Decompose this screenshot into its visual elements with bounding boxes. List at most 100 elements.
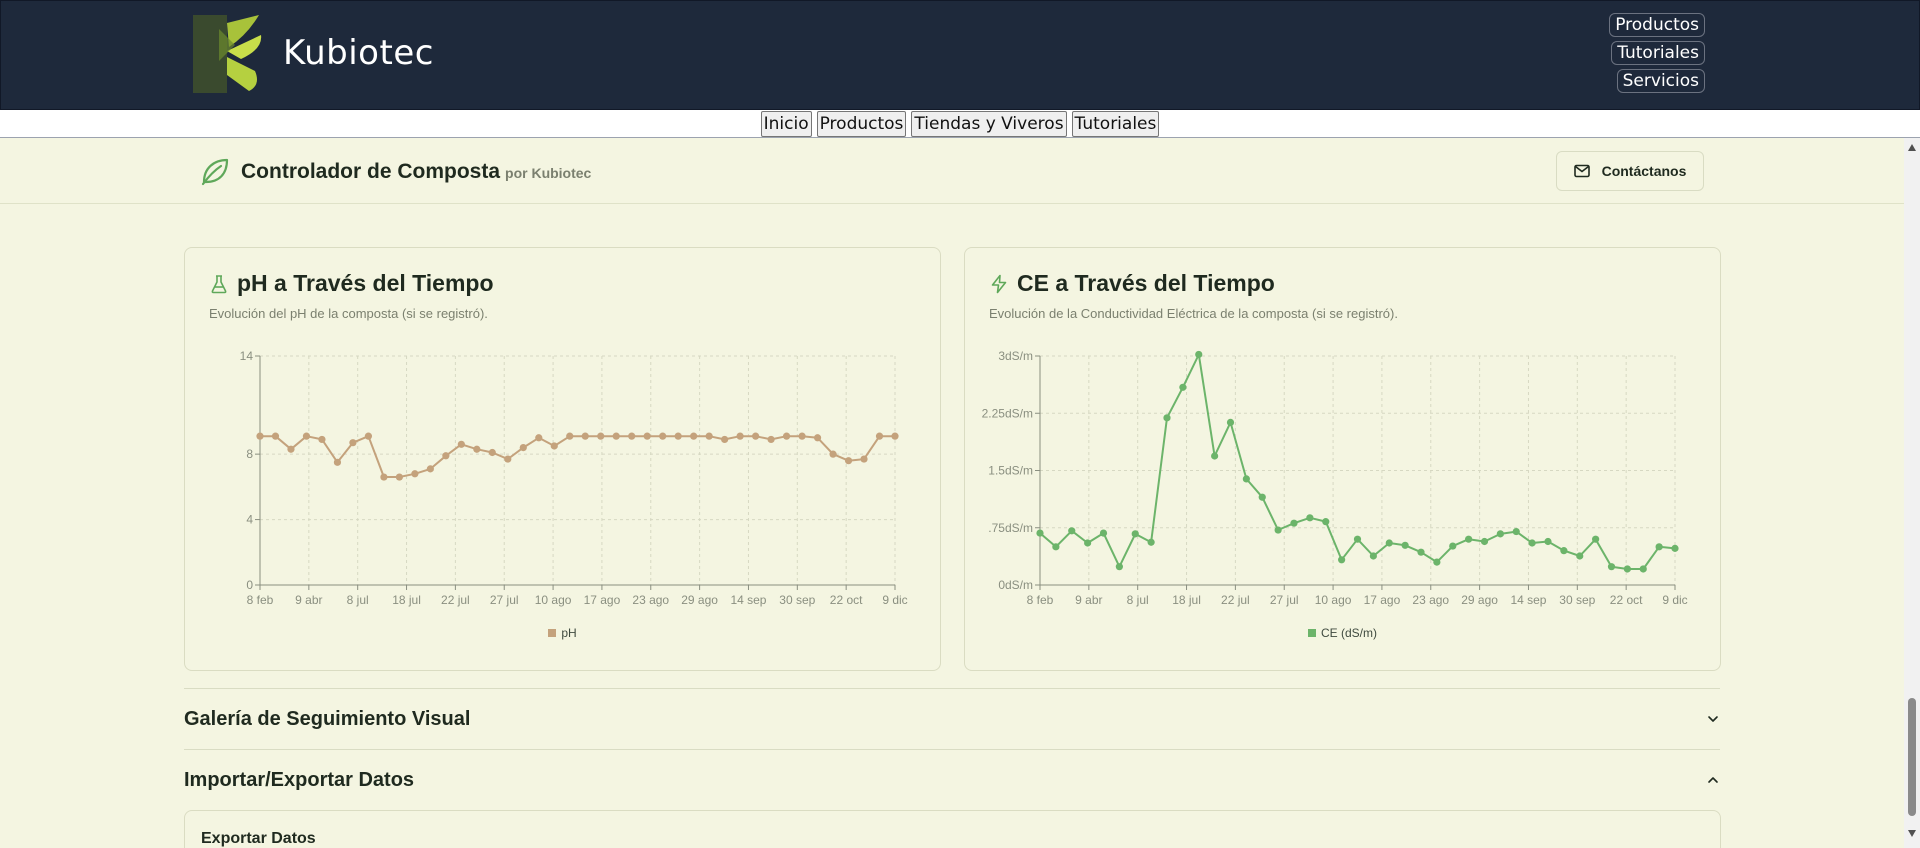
ce-data-point	[1655, 543, 1663, 551]
ph-data-point	[721, 435, 729, 444]
ce-data-point	[1353, 535, 1362, 543]
ce-x-tick-label: 8 feb	[1027, 593, 1054, 607]
site-header: Kubiotec Productos Tutoriales Servicios	[0, 0, 1920, 110]
ph-x-tick-label: 9 abr	[295, 593, 322, 607]
ce-data-point	[1099, 529, 1108, 537]
ph-y-tick-label: 14	[240, 349, 254, 363]
ph-x-tick-label: 18 jul	[392, 593, 421, 607]
ph-data-point	[488, 448, 496, 457]
contact-button[interactable]: Contáctanos	[1556, 151, 1704, 191]
ph-x-tick-label: 17 ago	[584, 593, 621, 607]
ph-data-point	[643, 432, 651, 440]
ph-data-point	[690, 432, 698, 440]
ph-data-point	[519, 444, 527, 452]
chevron-up-icon[interactable]	[1706, 773, 1720, 787]
ce-data-point	[1576, 552, 1584, 560]
ce-data-point	[1084, 539, 1092, 547]
ce-data-point	[1544, 537, 1552, 546]
ce-data-point	[1480, 537, 1489, 546]
ce-data-point	[1592, 535, 1600, 543]
leaf-icon	[201, 158, 229, 186]
ph-data-point	[380, 473, 388, 481]
ph-data-point	[271, 432, 280, 440]
ph-data-point	[875, 432, 884, 440]
ph-x-tick-label: 29 ago	[681, 593, 718, 607]
ph-x-tick-label: 30 sep	[779, 593, 815, 607]
sub-nav-tiendas-button[interactable]: Tiendas y Viveros	[911, 110, 1067, 137]
ph-y-tick-label: 8	[246, 447, 253, 461]
top-nav-productos[interactable]: Productos	[1609, 13, 1705, 37]
ce-data-point	[1496, 530, 1504, 538]
ph-data-point	[504, 455, 512, 463]
top-nav-tutoriales[interactable]: Tutoriales	[1611, 41, 1705, 65]
ce-data-point	[1068, 527, 1076, 535]
ph-y-tick-label: 0	[246, 578, 253, 592]
sub-nav-productos-button[interactable]: Productos	[816, 110, 907, 137]
scroll-down-arrow-icon[interactable]	[1908, 830, 1916, 837]
ce-legend[interactable]: CE (dS/m)	[965, 626, 1720, 640]
ce-y-tick-label: 3dS/m	[998, 349, 1033, 363]
ce-data-point	[1306, 514, 1314, 522]
ce-legend-label: CE (dS/m)	[1320, 626, 1377, 640]
ce-data-point	[1417, 548, 1425, 556]
ph-data-point	[813, 434, 822, 442]
ph-data-point	[736, 432, 744, 440]
ce-data-point	[1131, 530, 1139, 538]
ph-x-tick-label: 27 jul	[490, 593, 519, 607]
ph-data-point	[752, 432, 760, 440]
export-heading: Exportar Datos	[201, 830, 316, 847]
ce-x-tick-label: 18 jul	[1172, 593, 1201, 607]
top-nav-servicios[interactable]: Servicios	[1616, 69, 1705, 93]
ce-data-point	[1322, 518, 1330, 526]
ph-data-point	[798, 432, 806, 440]
ce-x-tick-label: 22 jul	[1221, 593, 1250, 607]
ph-data-point	[473, 445, 481, 453]
ph-data-point	[302, 432, 311, 440]
ce-data-point	[1290, 519, 1298, 527]
scrollbar-thumb[interactable]	[1908, 698, 1916, 816]
accordion-divider	[184, 688, 1720, 689]
scrollbar[interactable]	[1904, 138, 1920, 848]
ce-data-point	[1147, 538, 1155, 546]
ph-legend-label: pH	[561, 626, 577, 640]
export-card	[184, 810, 1721, 848]
ph-data-point	[860, 455, 868, 463]
ce-x-tick-label: 8 jul	[1127, 593, 1149, 607]
ph-x-tick-label: 8 feb	[247, 593, 274, 607]
kubiotec-logo-icon[interactable]	[191, 15, 283, 93]
ph-data-point	[411, 470, 419, 478]
sub-nav-inicio-button[interactable]: Inicio	[760, 110, 812, 137]
ce-x-tick-label: 10 ago	[1315, 593, 1352, 607]
ce-x-tick-label: 9 abr	[1075, 593, 1102, 607]
ce-data-point	[1036, 529, 1044, 537]
ce-data-point	[1465, 535, 1473, 543]
brand-name[interactable]: Kubiotec	[283, 33, 434, 73]
import-export-accordion-title[interactable]: Importar/Exportar Datos	[184, 769, 414, 792]
chevron-down-icon[interactable]	[1706, 712, 1720, 726]
app-title-text: Controlador de Composta	[241, 160, 501, 183]
sub-nav: Inicio Productos Tiendas y Viveros Tutor…	[0, 110, 1920, 138]
ce-x-tick-label: 23 ago	[1412, 593, 1449, 607]
ce-x-tick-label: 30 sep	[1559, 593, 1595, 607]
scroll-up-arrow-icon[interactable]	[1908, 144, 1916, 151]
ce-y-tick-label: .75dS/m	[988, 521, 1033, 535]
ce-chart-card: CE a Través del Tiempo Evolución de la C…	[964, 247, 1721, 671]
app-title: Controlador de Composta por Kubiotec	[241, 160, 591, 184]
ph-data-point	[426, 465, 434, 473]
ce-data-point	[1258, 493, 1266, 501]
ce-data-point	[1226, 418, 1235, 427]
ph-data-point	[891, 432, 899, 440]
ph-legend[interactable]: pH	[185, 626, 940, 640]
ph-data-point	[767, 435, 775, 444]
ce-data-point	[1607, 563, 1616, 571]
gallery-accordion-title[interactable]: Galería de Seguimiento Visual	[184, 708, 470, 731]
ce-data-point	[1449, 542, 1457, 550]
ce-y-tick-label: 1.5dS/m	[988, 464, 1033, 478]
contact-label: Contáctanos	[1601, 163, 1687, 179]
app-subtitle: por Kubiotec	[505, 165, 592, 181]
sub-nav-tutoriales-button[interactable]: Tutoriales	[1071, 110, 1160, 137]
ph-data-point	[581, 432, 589, 440]
ph-data-point	[395, 473, 403, 481]
ph-data-point	[566, 432, 574, 440]
ph-data-point	[287, 445, 295, 453]
